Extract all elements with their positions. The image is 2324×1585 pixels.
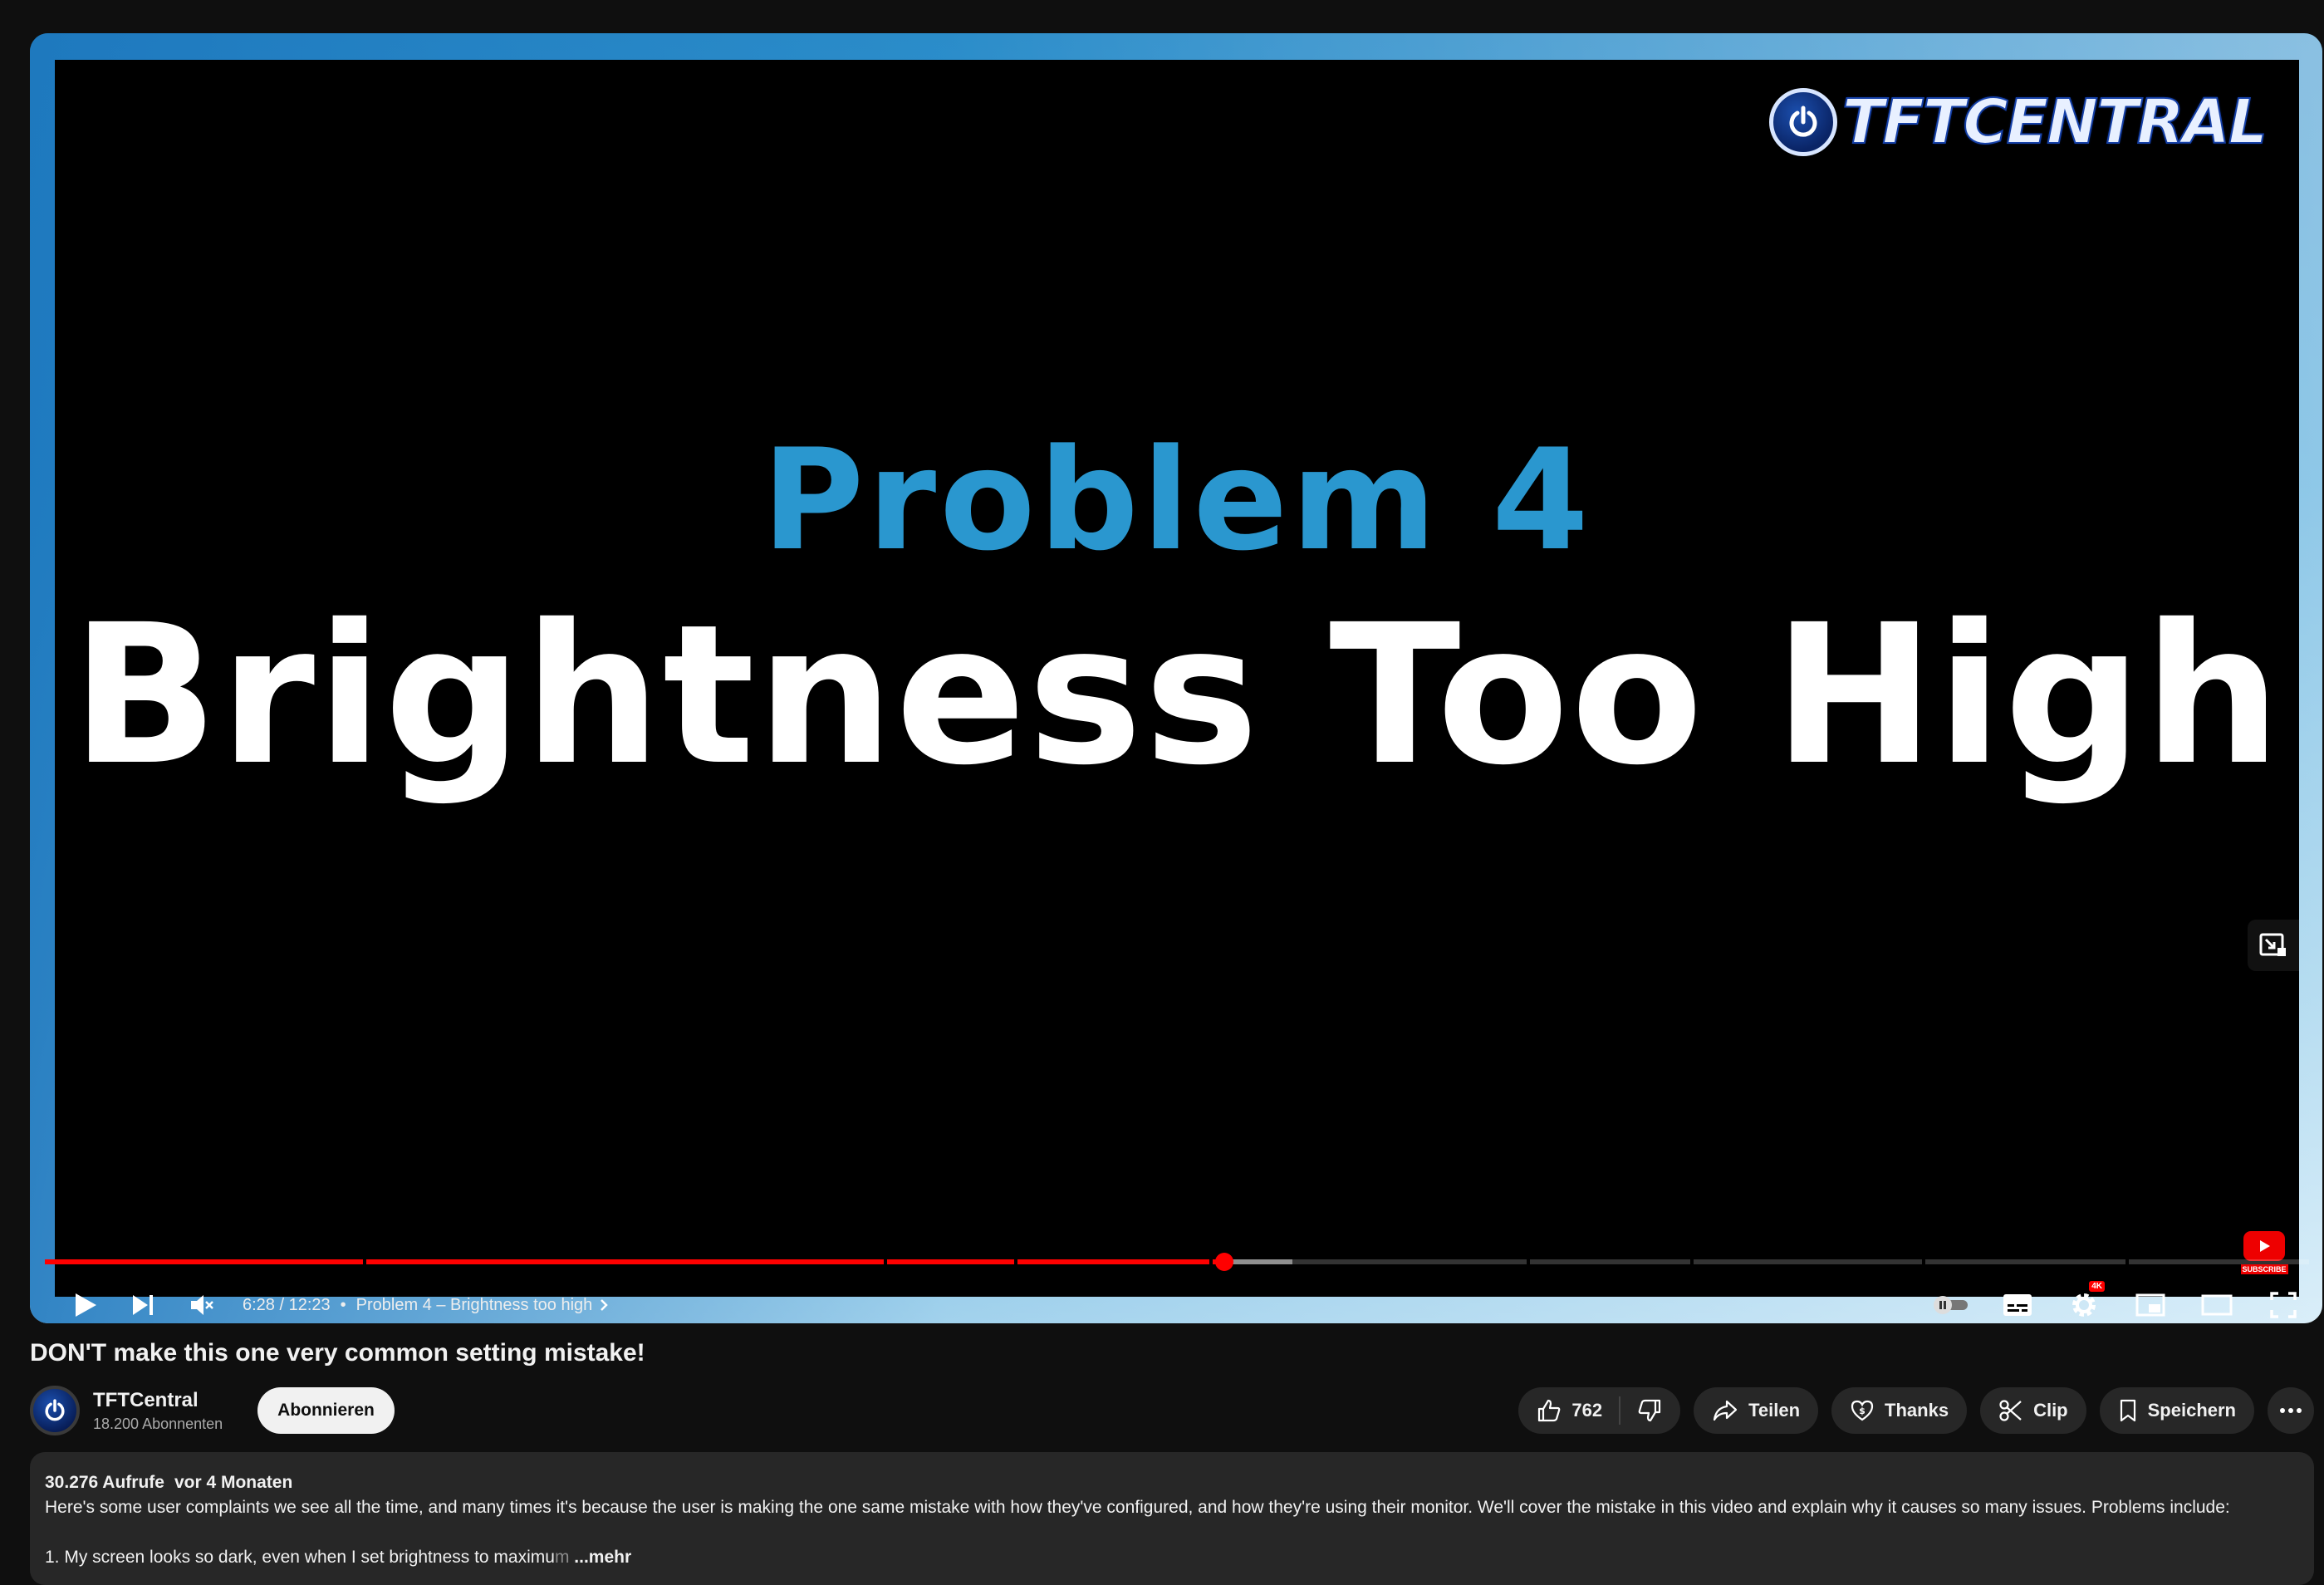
volume-muted-icon[interactable] [176,1274,228,1323]
subtitles-icon[interactable] [1997,1274,2038,1323]
share-button[interactable]: Teilen [1694,1387,1819,1434]
channel-info: TFTCentral 18.200 Abonnenten [93,1389,223,1433]
thumbs-up-icon[interactable] [1537,1398,1562,1423]
save-button[interactable]: Speichern [2099,1387,2254,1434]
time-display: 6:28 / 12:23 • Problem 4 – Brightness to… [243,1296,609,1315]
played-bar [45,1259,1225,1264]
share-label: Teilen [1748,1400,1801,1421]
youtube-play-icon [2243,1231,2285,1261]
watermark-label: SUBSCRIBE [2240,1264,2288,1274]
description-line-1: Here's some user complaints we see all t… [45,1498,2230,1517]
theater-mode-icon[interactable] [2196,1274,2238,1323]
svg-text:$: $ [1859,1406,1866,1416]
like-count[interactable]: 762 [1571,1400,1602,1421]
subscribe-watermark[interactable]: SUBSCRIBE [2240,1231,2288,1279]
thanks-label: Thanks [1885,1400,1949,1421]
more-actions-button[interactable] [2268,1387,2314,1434]
view-meta: 30.276 Aufrufe vor 4 Monaten [45,1470,2299,1495]
description-box[interactable]: 30.276 Aufrufe vor 4 Monaten Here's some … [30,1452,2314,1585]
chapter-marker [1527,1259,1530,1264]
bookmark-icon [2120,1399,2135,1422]
video-title: DON'T make this one very common setting … [30,1339,645,1367]
power-icon [1768,88,1837,156]
next-icon[interactable] [118,1274,169,1323]
slide-subtitle: Problem 4 [762,419,1592,581]
share-icon [1713,1400,1738,1421]
logo-text: TFTCENTRAL [1841,86,2268,159]
chapter-marker [1922,1259,1925,1264]
upload-age: vor 4 Monaten [174,1473,293,1492]
like-dislike-group: 762 [1518,1387,1681,1434]
thumbs-down-icon[interactable] [1637,1398,1662,1423]
fullscreen-icon[interactable] [2263,1274,2304,1323]
thanks-button[interactable]: $ Thanks [1831,1387,1968,1434]
chapter-marker [1690,1259,1694,1264]
channel-avatar[interactable] [30,1386,80,1435]
player-controls: 6:28 / 12:23 • Problem 4 – Brightness to… [30,1274,2322,1323]
settings-gear-icon[interactable]: 4K [2063,1274,2105,1323]
like-divider [1619,1396,1621,1425]
tftcentral-logo: TFTCENTRAL [1768,85,2268,159]
channel-row: TFTCentral 18.200 Abonnenten Abonnieren … [30,1384,2314,1437]
miniplayer-expand-icon[interactable] [2248,920,2299,971]
subscriber-count: 18.200 Abonnenten [93,1415,223,1432]
thanks-heart-icon: $ [1851,1400,1874,1421]
progress-bar[interactable] [45,1253,2309,1271]
video-player[interactable]: TFTCENTRAL Problem 4 Brightness Too High… [30,33,2322,1323]
chapter-title[interactable]: Problem 4 – Brightness too high [356,1296,593,1315]
view-count: 30.276 Aufrufe [45,1473,164,1492]
subscribe-button[interactable]: Abonnieren [257,1387,395,1434]
more-horizontal-icon [2280,1408,2302,1413]
miniplayer-icon[interactable] [2130,1274,2171,1323]
clip-button[interactable]: Clip [1980,1387,2086,1434]
chapter-marker [1014,1259,1017,1264]
video-frame[interactable]: TFTCENTRAL Problem 4 Brightness Too High… [55,60,2299,1297]
chapter-marker [884,1259,887,1264]
play-icon[interactable] [60,1274,111,1323]
slide-title: Brightness Too High [71,583,2283,807]
description-line-2: 1. My screen looks so dark, even when I … [45,1545,2299,1570]
chevron-right-icon[interactable] [599,1298,609,1313]
quality-badge: 4K [2089,1281,2105,1292]
scissors-icon [1999,1400,2022,1421]
power-icon [45,1399,65,1421]
chapter-marker [1209,1259,1213,1264]
clip-label: Clip [2033,1400,2068,1421]
chapter-marker [363,1259,366,1264]
description-line-2-fade: m [554,1548,570,1567]
chapter-marker [2125,1259,2129,1264]
channel-name[interactable]: TFTCentral [93,1389,223,1412]
show-more-link[interactable]: ...mehr [574,1548,631,1567]
autoplay-toggle[interactable] [1930,1274,1972,1323]
time-text: 6:28 / 12:23 [243,1295,331,1314]
description-line-2-text: 1. My screen looks so dark, even when I … [45,1548,555,1567]
action-bar: 762 Teilen $ Thanks Clip Speichern [1518,1387,2314,1434]
save-label: Speichern [2147,1400,2236,1421]
separator-dot: • [340,1295,346,1314]
